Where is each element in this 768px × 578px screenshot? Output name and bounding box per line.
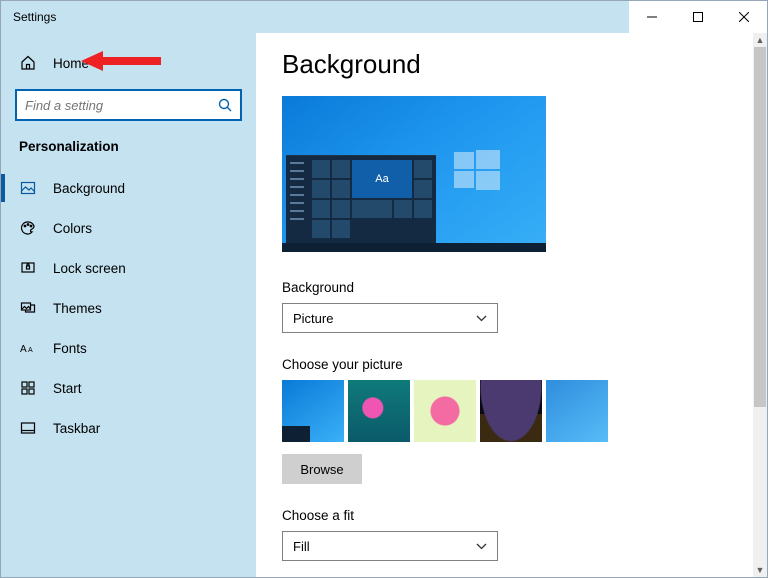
search-icon <box>218 98 232 112</box>
main-content: Background Aa Background Picture Choose … <box>256 33 767 577</box>
search-box[interactable] <box>15 89 242 121</box>
titlebar: Settings <box>1 1 767 33</box>
chevron-down-icon <box>476 543 487 550</box>
minimize-button[interactable] <box>629 1 675 33</box>
sidebar-item-label: Colors <box>53 221 92 236</box>
lock-icon <box>19 260 37 276</box>
nav-list: Background Colors Lock screen Themes AA … <box>1 168 256 448</box>
preview-startmenu: Aa <box>286 155 436 243</box>
scroll-down-icon[interactable]: ▼ <box>753 563 767 577</box>
sidebar-item-background[interactable]: Background <box>1 168 256 208</box>
palette-icon <box>19 220 37 236</box>
sidebar-item-label: Background <box>53 181 125 196</box>
sidebar: Home Personalization Background Colors L… <box>1 33 256 577</box>
picture-thumb[interactable] <box>546 380 608 442</box>
section-heading: Personalization <box>1 139 256 168</box>
search-input[interactable] <box>25 98 218 113</box>
scrollbar[interactable]: ▲ ▼ <box>753 33 767 577</box>
sidebar-item-label: Fonts <box>53 341 87 356</box>
sidebar-item-lockscreen[interactable]: Lock screen <box>1 248 256 288</box>
background-label: Background <box>282 280 741 295</box>
page-title: Background <box>282 49 741 80</box>
sidebar-item-taskbar[interactable]: Taskbar <box>1 408 256 448</box>
sidebar-item-label: Themes <box>53 301 102 316</box>
themes-icon <box>19 300 37 316</box>
taskbar-icon <box>19 420 37 436</box>
fonts-icon: AA <box>19 341 37 355</box>
choose-fit-label: Choose a fit <box>282 508 741 523</box>
window-controls <box>629 1 767 33</box>
sidebar-item-start[interactable]: Start <box>1 368 256 408</box>
window-title: Settings <box>1 10 56 24</box>
windows-logo-icon <box>454 148 500 194</box>
choose-picture-label: Choose your picture <box>282 357 741 372</box>
picture-thumb[interactable] <box>282 380 344 442</box>
svg-text:A: A <box>28 347 33 354</box>
desktop-preview: Aa <box>282 96 546 252</box>
sidebar-item-themes[interactable]: Themes <box>1 288 256 328</box>
fit-value: Fill <box>293 539 310 554</box>
home-icon <box>19 55 37 71</box>
sidebar-item-fonts[interactable]: AA Fonts <box>1 328 256 368</box>
picture-thumb[interactable] <box>414 380 476 442</box>
scrollbar-thumb[interactable] <box>754 47 766 407</box>
preview-tile-aa: Aa <box>352 160 412 198</box>
svg-text:A: A <box>20 344 27 355</box>
sidebar-item-label: Taskbar <box>53 421 100 436</box>
sidebar-item-colors[interactable]: Colors <box>1 208 256 248</box>
picture-thumb[interactable] <box>480 380 542 442</box>
preview-taskbar <box>282 243 546 252</box>
maximize-button[interactable] <box>675 1 721 33</box>
chevron-down-icon <box>476 315 487 322</box>
background-dropdown[interactable]: Picture <box>282 303 498 333</box>
browse-button[interactable]: Browse <box>282 454 362 484</box>
close-button[interactable] <box>721 1 767 33</box>
scroll-up-icon[interactable]: ▲ <box>753 33 767 47</box>
home-nav[interactable]: Home <box>1 45 256 81</box>
fit-dropdown[interactable]: Fill <box>282 531 498 561</box>
sidebar-item-label: Lock screen <box>53 261 126 276</box>
start-icon <box>19 380 37 396</box>
picture-thumb[interactable] <box>348 380 410 442</box>
picture-icon <box>19 180 37 196</box>
home-label: Home <box>53 56 89 71</box>
background-value: Picture <box>293 311 333 326</box>
sidebar-item-label: Start <box>53 381 82 396</box>
picture-thumbnails <box>282 380 741 442</box>
